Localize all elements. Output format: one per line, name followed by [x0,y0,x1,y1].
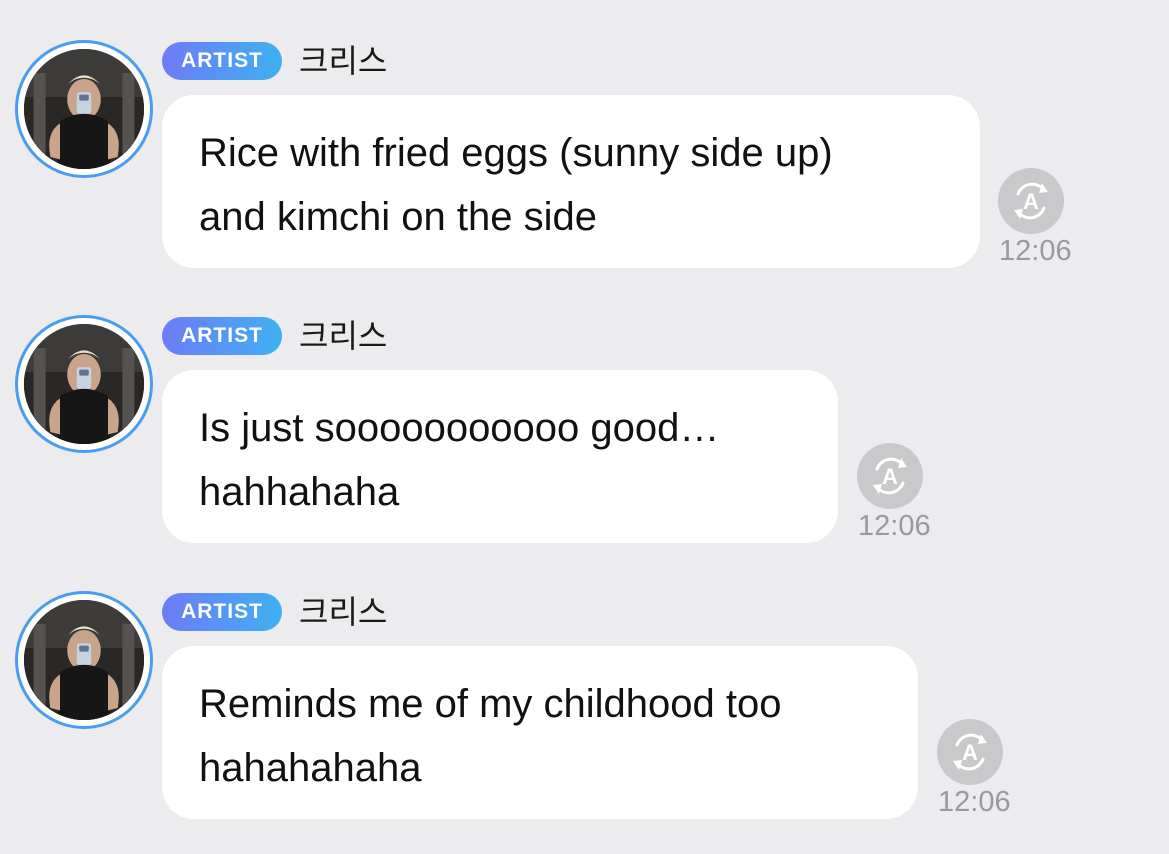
message-text-line: hahahahaha [199,746,422,790]
timestamp: 12:06 [858,510,931,542]
avatar[interactable] [15,591,153,729]
message-text-line: and kimchi on the side [199,195,598,239]
message-text-line: Rice with fried eggs (sunny side up) [199,131,833,175]
artist-badge: ARTIST [162,317,282,355]
chat-message: ARTIST 크리스 Reminds me of my childhood to… [0,551,1169,821]
message-bubble[interactable]: Reminds me of my childhood too hahahahah… [162,646,918,819]
avatar-photo [24,600,144,720]
avatar[interactable] [15,315,153,453]
avatar-photo [24,49,144,169]
translate-a-icon[interactable]: A [857,443,923,509]
timestamp: 12:06 [999,235,1072,267]
sender-name[interactable]: 크리스 [299,593,387,631]
message-text-line: Is just sooooooooooo good… [199,406,720,450]
translate-a-icon[interactable]: A [937,719,1003,785]
avatar[interactable] [15,40,153,178]
chat-message: ARTIST 크리스 Is just sooooooooooo good… ha… [0,275,1169,545]
message-text-line: Reminds me of my childhood too [199,682,782,726]
message-bubble[interactable]: Is just sooooooooooo good… hahhahaha [162,370,838,543]
avatar-photo [24,324,144,444]
svg-text:A: A [962,740,978,765]
sender-name[interactable]: 크리스 [299,42,387,80]
translate-a-icon[interactable]: A [998,168,1064,234]
chat-message: ARTIST 크리스 Rice with fried eggs (sunny s… [0,0,1169,270]
message-text-line: hahhahaha [199,470,400,514]
timestamp: 12:06 [938,786,1011,818]
message-bubble[interactable]: Rice with fried eggs (sunny side up) and… [162,95,980,268]
artist-badge: ARTIST [162,593,282,631]
svg-text:A: A [882,464,898,489]
svg-text:A: A [1023,189,1039,214]
artist-badge: ARTIST [162,42,282,80]
sender-name[interactable]: 크리스 [299,317,387,355]
